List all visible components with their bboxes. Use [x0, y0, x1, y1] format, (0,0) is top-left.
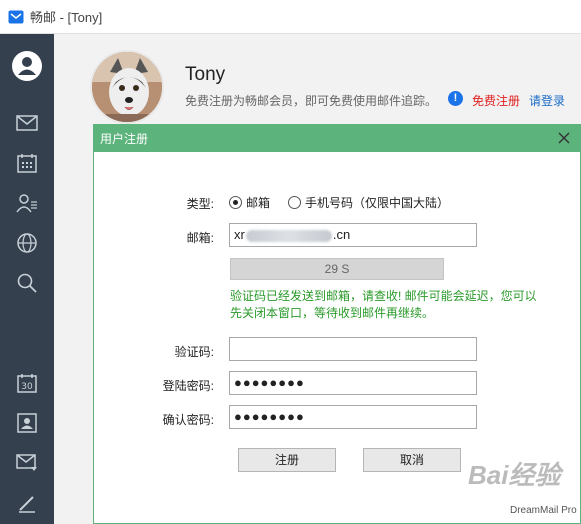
- husky-avatar-image: [92, 52, 162, 122]
- watermark-sub: DreamMail Pro: [510, 505, 577, 516]
- dialog-title: 用户注册: [100, 132, 149, 146]
- type-option-email-label: 邮箱: [246, 196, 271, 210]
- type-option-email[interactable]: 邮箱: [229, 194, 270, 211]
- compose-pen-icon: [19, 496, 35, 513]
- mail-filter-icon: [16, 454, 37, 471]
- sidebar-item-mail-filter[interactable]: [0, 443, 54, 483]
- password-field[interactable]: ●●●●●●●●: [229, 371, 477, 395]
- email-field[interactable]: xr .cn: [229, 223, 477, 247]
- password-label: 登陆密码:: [162, 379, 214, 393]
- watermark: Bai经验: [468, 460, 561, 490]
- sidebar-item-search[interactable]: [0, 263, 54, 303]
- type-label: 类型:: [186, 197, 214, 211]
- app-mail-icon: [8, 10, 24, 23]
- globe-icon: [17, 233, 37, 253]
- free-register-link[interactable]: 免费注册: [472, 92, 520, 109]
- mail-icon: [16, 115, 38, 131]
- svg-text:30: 30: [21, 382, 33, 392]
- type-option-phone-label: 手机号码（仅限中国大陆）: [305, 196, 450, 210]
- sidebar-item-schedule[interactable]: 30: [0, 363, 54, 403]
- verification-notice: 验证码已经发送到邮箱，请查收! 邮件可能会延迟，您可以 先关闭本窗口，等待收到邮…: [230, 288, 560, 322]
- email-prefix: xr: [234, 227, 245, 242]
- info-icon: !: [448, 91, 463, 106]
- email-suffix: .cn: [332, 227, 351, 242]
- sidebar-item-web[interactable]: [0, 223, 54, 263]
- sidebar-item-address-book[interactable]: [0, 403, 54, 443]
- contact-card-icon: [17, 413, 37, 433]
- confirm-password-field[interactable]: ●●●●●●●●: [229, 405, 477, 429]
- confirm-password-label: 确认密码:: [162, 413, 214, 427]
- code-label: 验证码:: [174, 345, 214, 359]
- sidebar-item-contacts[interactable]: [0, 183, 54, 223]
- sidebar: 30: [0, 34, 54, 524]
- user-circle-icon: [12, 51, 42, 81]
- cancel-button[interactable]: 取消: [363, 448, 461, 472]
- resend-countdown-button[interactable]: 29 S: [230, 258, 444, 280]
- email-label: 邮箱:: [186, 231, 214, 245]
- dialog-titlebar: 用户注册: [94, 125, 580, 152]
- notice-line-1: 验证码已经发送到邮箱，请查收! 邮件可能会延迟，您可以: [230, 289, 537, 303]
- profile-name: Tony: [185, 64, 226, 85]
- register-button[interactable]: 注册: [238, 448, 336, 472]
- sidebar-item-account[interactable]: [0, 46, 54, 86]
- login-link[interactable]: 请登录: [529, 92, 565, 109]
- sidebar-item-compose[interactable]: [0, 483, 54, 523]
- close-icon[interactable]: [556, 130, 572, 146]
- promo-text: 免费注册为畅邮会员，即可免费使用邮件追踪。: [185, 94, 438, 108]
- calendar-icon: [17, 154, 37, 173]
- radio-unselected-icon: [288, 196, 301, 209]
- type-option-phone[interactable]: 手机号码（仅限中国大陆）: [288, 194, 449, 211]
- contacts-icon: [16, 194, 37, 213]
- notice-line-2: 先关闭本窗口，等待收到邮件再继续。: [230, 306, 435, 320]
- verification-code-field[interactable]: [229, 337, 477, 361]
- window-titlebar: 畅邮 - [Tony]: [0, 0, 581, 34]
- calendar-30-icon: 30: [17, 374, 37, 393]
- search-icon: [17, 273, 37, 293]
- email-redacted-blur: [245, 229, 332, 242]
- sidebar-item-mail[interactable]: [0, 103, 54, 143]
- sidebar-item-calendar[interactable]: [0, 143, 54, 183]
- radio-selected-icon: [229, 196, 242, 209]
- window-title: 畅邮 - [Tony]: [30, 10, 103, 25]
- avatar[interactable]: [90, 50, 164, 124]
